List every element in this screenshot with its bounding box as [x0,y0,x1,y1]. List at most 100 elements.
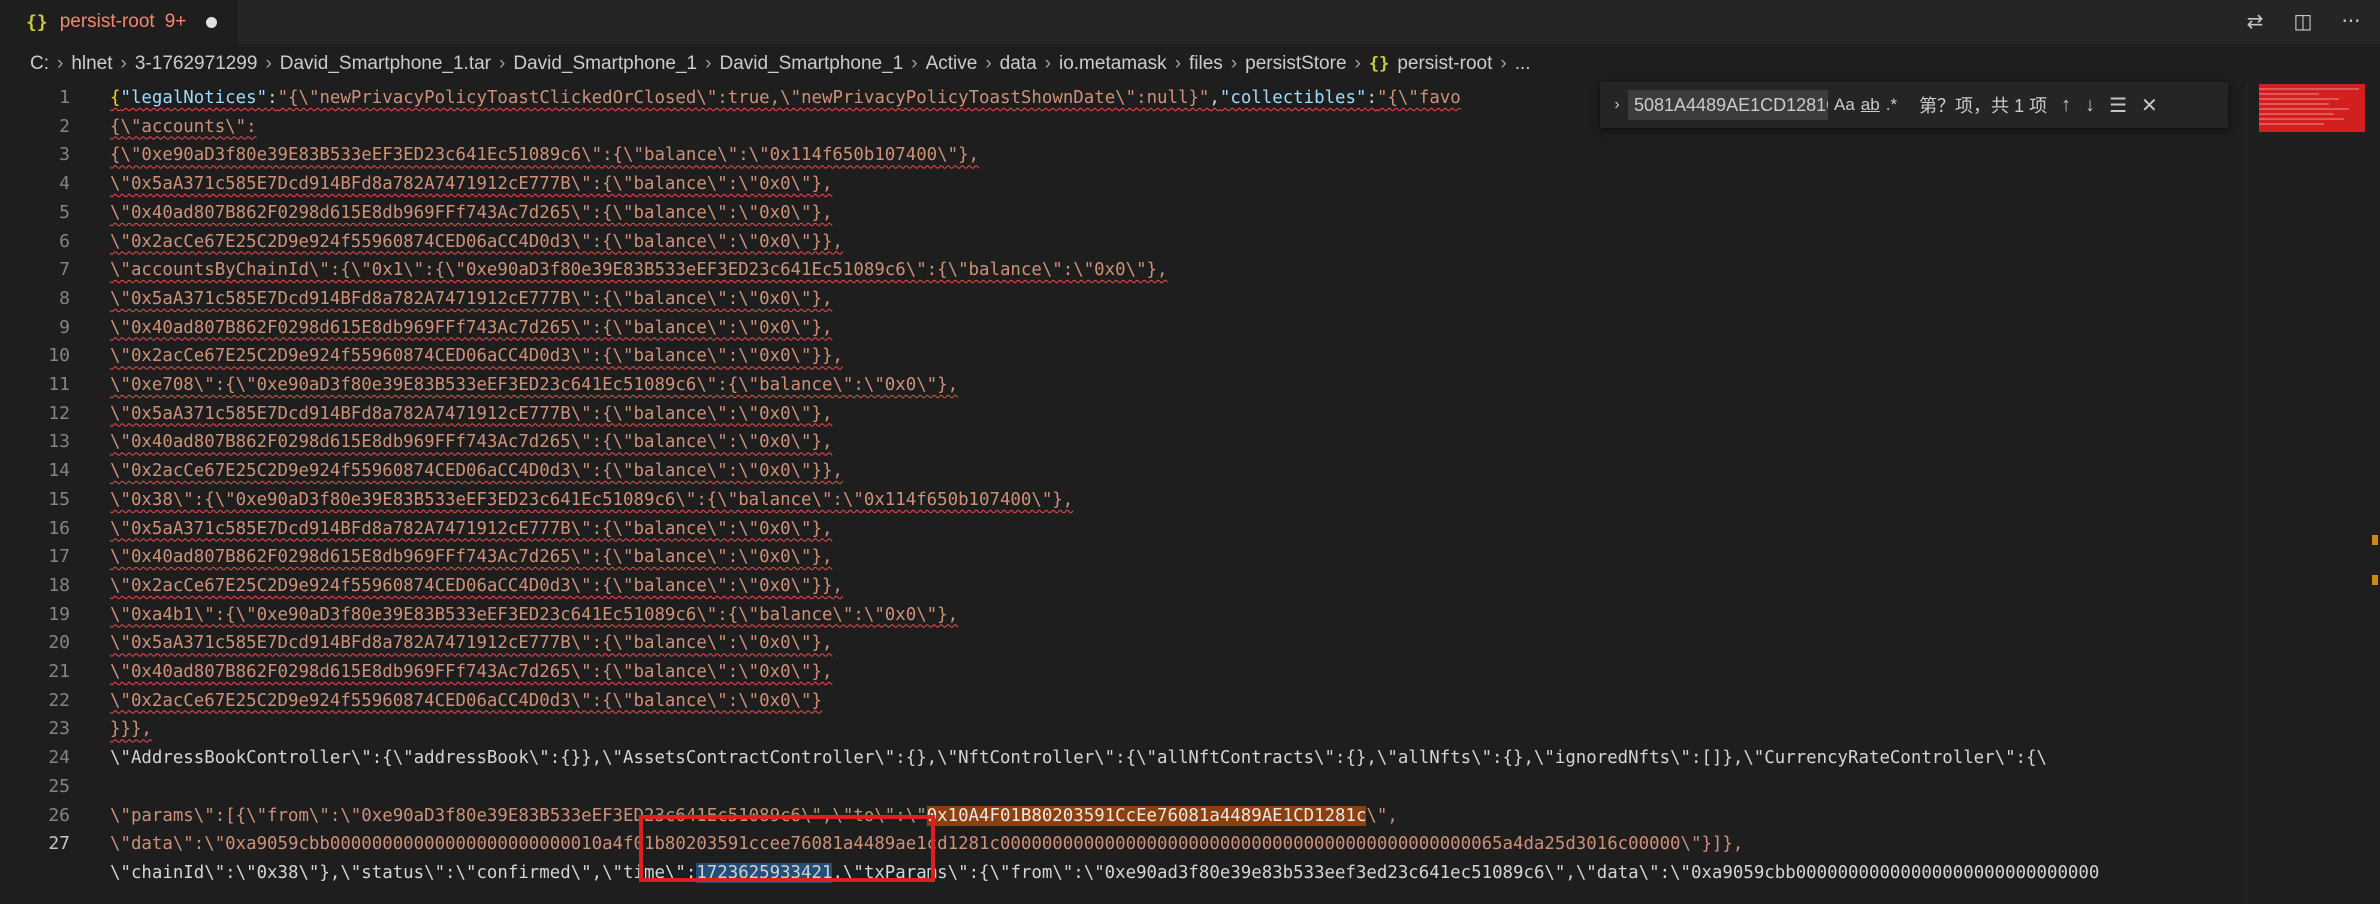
more-actions-icon[interactable]: ··· [2338,8,2364,34]
chevron-right-icon: › [265,53,272,74]
chevron-right-icon: › [120,53,127,74]
code-token: \"0x2acCe67E25C2D9e924f55960874CED06aCC4… [110,461,843,482]
code-line[interactable]: \"0x5aA371c585E7Dcd914BFd8a782A7471912cE… [110,285,832,314]
code-line[interactable]: \"0xe708\":{\"0xe90aD3f80e39E83B533eEF3E… [110,371,958,400]
code-line[interactable]: \"AddressBookController\":{\"addressBook… [110,744,2047,773]
chevron-right-icon: › [1354,53,1361,74]
chevron-right-icon: › [1500,53,1507,74]
breadcrumb-item[interactable]: persistStore [1245,53,1346,75]
code-line[interactable]: \"params\":[{\"from\":\"0xe90aD3f80e39E8… [110,802,1398,831]
find-in-selection-icon[interactable]: ☰ [2109,93,2127,118]
minimap-line [2259,98,2339,100]
line-number: 5 [59,201,70,223]
code-line[interactable]: \"0x5aA371c585E7Dcd914BFd8a782A7471912cE… [110,170,832,199]
code-line[interactable]: \"data\":\"0xa9059cbb0000000000000000000… [110,830,1743,859]
breadcrumb-item[interactable]: David_Smartphone_1 [513,53,697,75]
code-token: {\"accounts\": [110,116,257,137]
line-number: 10 [48,345,70,367]
split-editor-icon[interactable]: ◫ [2290,8,2316,34]
line-number: 21 [48,661,70,682]
toggle-replace-icon[interactable]: › [1606,96,1628,114]
selected-text[interactable]: 1723625933421 [696,862,833,883]
code-line[interactable]: \"0x40ad807B862F0298d615E8db969FFf743Ac7… [110,543,832,572]
code-token: \"0x2acCe67E25C2D9e924f55960874CED06aCC4… [110,690,822,711]
compare-changes-icon[interactable]: ⇄ [2242,8,2268,34]
code-line[interactable]: \"0x40ad807B862F0298d615E8db969FFf743Ac7… [110,428,832,457]
code-token: \"0x40ad807B862F0298d615E8db969FFf743Ac7… [110,432,833,453]
code-line[interactable]: \"0xa4b1\":{\"0xe90aD3f80e39E83B533eEF3E… [110,601,958,630]
chevron-right-icon: › [911,53,918,74]
breadcrumb-file[interactable]: persist-root [1397,53,1492,75]
code-line[interactable]: \"0x2acCe67E25C2D9e924f55960874CED06aCC4… [110,687,822,716]
match-case-icon[interactable]: Aa [1834,95,1855,115]
close-icon[interactable]: ✕ [2141,93,2158,118]
code-line[interactable]: \"0x38\":{\"0xe90aD3f80e39E83B533eEF3ED2… [110,486,1073,515]
breadcrumb-item[interactable]: David_Smartphone_1 [719,53,903,75]
line-number: 6 [59,230,70,252]
code-area[interactable]: {"legalNotices": "{\"newPrivacyPolicyToas… [110,84,2246,904]
line-number: 26 [48,804,70,826]
breadcrumb-item[interactable]: C: [30,53,49,75]
previous-match-icon[interactable]: ↑ [2061,94,2071,117]
next-match-icon[interactable]: ↓ [2085,94,2095,117]
line-number: 20 [48,632,70,654]
code-line[interactable]: }}}, [110,715,152,744]
code-line[interactable]: {\"accounts\": [110,113,257,142]
code-token: : [1366,88,1377,108]
tab-bar: {} persist-root 9+ ⇄ ◫ ··· [0,0,2380,44]
code-line[interactable]: {"legalNotices": "{\"newPrivacyPolicyToas… [110,84,1461,113]
code-line[interactable]: \"0x40ad807B862F0298d615E8db969FFf743Ac7… [110,199,832,228]
code-token: "{\"newPrivacyPolicyToastClickedOrClosed… [277,88,1210,108]
line-number: 24 [48,747,70,769]
line-number: 12 [48,402,70,424]
unsaved-dot-icon[interactable] [206,16,218,28]
breadcrumb-item[interactable]: hlnet [71,53,112,75]
line-number: 16 [48,517,70,539]
code-line-active[interactable]: \"chainId\":\"0x38\"},\"status\":\"confi… [110,859,2099,888]
chevron-right-icon: › [1230,53,1238,74]
code-line[interactable]: \"0x40ad807B862F0298d615E8db969FFf743Ac7… [110,658,832,687]
code-token: }}}, [110,719,152,740]
code-token: \"0x40ad807B862F0298d615E8db969FFf743Ac7… [110,547,833,568]
code-token: "{\"favo [1376,88,1461,108]
code-line[interactable]: {\"0xe90aD3f80e39E83B533eEF3ED23c641Ec51… [110,141,979,170]
breadcrumb-symbol[interactable]: ... [1515,53,1531,75]
code-token: \"0xa4b1\":{\"0xe90aD3f80e39E83B533eEF3E… [110,604,959,625]
code-token: \"0x5aA371c585E7Dcd914BFd8a782A7471912cE… [110,288,833,309]
line-number: 18 [48,574,70,596]
code-token: \"0x5aA371c585E7Dcd914BFd8a782A7471912cE… [110,403,833,424]
tab-persist-root[interactable]: {} persist-root 9+ [0,0,238,44]
code-line[interactable]: \"0x2acCe67E25C2D9e924f55960874CED06aCC4… [110,228,843,257]
code-line[interactable]: \"0x5aA371c585E7Dcd914BFd8a782A7471912cE… [110,400,832,429]
breadcrumb-item[interactable]: 3-1762971299 [135,53,258,75]
breadcrumb-item[interactable]: data [1000,53,1037,75]
code-line[interactable]: \"0x2acCe67E25C2D9e924f55960874CED06aCC4… [110,342,843,371]
scrollbar-marker [2372,575,2378,585]
code-editor[interactable]: 1 2 3 4 5 6 7 8 9 10 11 12 13 14 15 16 17 18 19 20 21 22 23 24 2… [0,84,2246,904]
find-widget: › 5081A4489AE1CD1281C Aa ab .* 第？项，共 1 项… [1600,82,2228,128]
breadcrumb-item[interactable]: io.metamask [1059,53,1167,75]
breadcrumb-item[interactable]: Active [926,53,978,75]
find-input[interactable]: 5081A4489AE1CD1281C [1628,90,1828,120]
code-line[interactable]: \"0x2acCe67E25C2D9e924f55960874CED06aCC4… [110,572,843,601]
code-token: { [110,88,121,108]
code-line[interactable]: \"0x5aA371c585E7Dcd914BFd8a782A7471912cE… [110,629,832,658]
line-number: 23 [48,718,70,740]
line-number: 7 [59,259,70,281]
whole-word-icon[interactable]: ab [1861,95,1880,115]
minimap[interactable] [2246,84,2380,904]
line-number: 8 [59,287,70,309]
code-token: "legalNotices" [120,88,268,108]
breadcrumb-item[interactable]: files [1189,53,1223,75]
line-number: 11 [48,374,70,395]
minimap-line [2259,88,2359,90]
breadcrumb-item[interactable]: David_Smartphone_1.tar [280,53,491,75]
regex-icon[interactable]: .* [1886,95,1897,115]
code-line[interactable]: \"accountsByChainId\":{\"0x1\":{\"0xe90a… [110,256,1167,285]
code-line[interactable]: \"0x5aA371c585E7Dcd914BFd8a782A7471912cE… [110,515,832,544]
code-line[interactable]: \"0x40ad807B862F0298d615E8db969FFf743Ac7… [110,314,832,343]
match-count: 第？项，共 1 项 [1919,96,2048,116]
minimap-line [2259,93,2319,95]
code-line[interactable]: \"0x2acCe67E25C2D9e924f55960874CED06aCC4… [110,457,843,486]
line-number: 9 [59,316,70,338]
